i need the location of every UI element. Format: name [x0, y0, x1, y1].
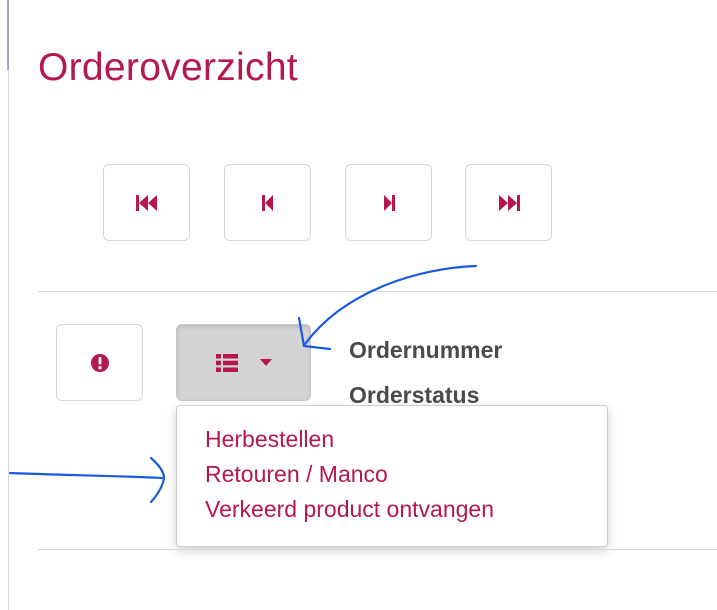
- page-title: Orderoverzicht: [38, 46, 298, 89]
- first-page-icon: [135, 194, 157, 211]
- pagination-bar: [103, 164, 563, 244]
- info-circle-icon: [90, 353, 109, 372]
- annotation-arrowhead-to-dropdown: [149, 456, 166, 504]
- actions-menu-button[interactable]: [176, 324, 311, 401]
- page: Orderoverzicht Ordernummer Orderstatus H…: [0, 0, 717, 610]
- list-icon: [215, 353, 238, 372]
- annotation-arrow-to-dropdown: [8, 471, 164, 480]
- last-page-icon: [498, 194, 520, 211]
- menu-item-retouren-manco[interactable]: Retouren / Manco: [177, 457, 607, 492]
- caret-down-icon: [259, 358, 272, 366]
- section-divider-top: [38, 291, 717, 292]
- next-page-icon: [383, 194, 395, 211]
- annotation-arrow-to-menu: [303, 264, 478, 346]
- last-page-button[interactable]: [465, 164, 552, 241]
- first-page-button[interactable]: [103, 164, 190, 241]
- previous-page-icon: [261, 194, 273, 211]
- actions-dropdown-menu: Herbestellen Retouren / Manco Verkeerd p…: [176, 405, 608, 547]
- next-page-button[interactable]: [345, 164, 432, 241]
- info-button[interactable]: [56, 324, 143, 401]
- left-border-mark: [7, 0, 9, 70]
- menu-item-herbestellen[interactable]: Herbestellen: [177, 422, 607, 457]
- previous-page-button[interactable]: [224, 164, 311, 241]
- section-divider-bottom: [38, 549, 717, 550]
- menu-item-verkeerd-product[interactable]: Verkeerd product ontvangen: [177, 492, 607, 527]
- order-number-label: Ordernummer: [349, 337, 503, 363]
- left-border: [8, 0, 9, 610]
